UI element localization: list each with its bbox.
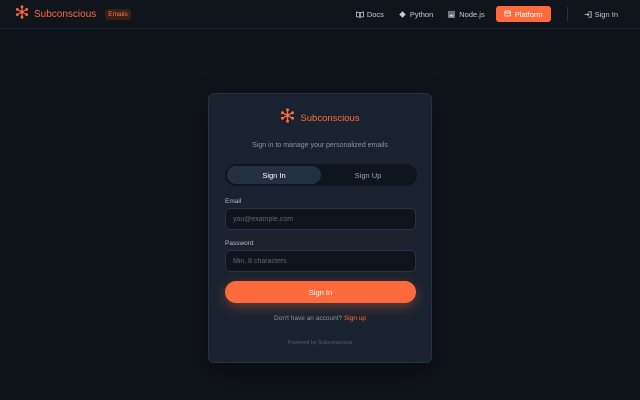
book-icon bbox=[355, 11, 364, 18]
nav-nodejs-link[interactable]: Node.js bbox=[448, 9, 485, 19]
nav-signin-label: Sign In bbox=[594, 9, 618, 19]
password-field[interactable] bbox=[225, 250, 416, 272]
signup-prompt-text: Don't have an account? bbox=[274, 315, 343, 322]
email-field[interactable] bbox=[225, 208, 416, 230]
nav-signin-link[interactable]: Sign In bbox=[584, 10, 618, 19]
nav-docs-label: Docs bbox=[366, 9, 384, 19]
nav-python-label: Python bbox=[409, 9, 434, 19]
signin-submit-button[interactable]: Sign In bbox=[225, 281, 416, 303]
auth-tabs: Sign In Sign Up bbox=[225, 164, 417, 186]
tab-signin[interactable]: Sign In bbox=[227, 166, 321, 184]
logo-icon bbox=[15, 5, 29, 24]
nav-divider bbox=[566, 7, 568, 21]
signin-icon bbox=[584, 10, 592, 18]
signin-card: Subconscious Sign in to manage your pers… bbox=[208, 93, 432, 363]
password-label: Password bbox=[225, 240, 254, 247]
python-icon bbox=[399, 10, 406, 18]
logo-icon bbox=[280, 108, 295, 128]
nav-platform-label: Platform bbox=[514, 9, 543, 19]
nav-nodejs-label: Node.js bbox=[459, 9, 485, 19]
brand[interactable]: Subconscious Emails bbox=[15, 5, 131, 24]
powered-by: Powered by Subconscious bbox=[287, 340, 353, 346]
top-navigation-bar: Subconscious Emails Docs Python Node.js bbox=[0, 0, 640, 29]
nodejs-icon bbox=[448, 10, 456, 18]
brand-name: Subconscious bbox=[34, 9, 97, 20]
brand-badge: Emails bbox=[105, 9, 131, 20]
card-subtitle: Sign in to manage your personalized emai… bbox=[252, 142, 388, 149]
tab-signup[interactable]: Sign Up bbox=[321, 166, 415, 184]
signup-prompt: Don't have an account? Sign up bbox=[209, 315, 431, 322]
nav-python-link[interactable]: Python bbox=[399, 10, 433, 19]
platform-icon bbox=[504, 10, 511, 19]
nav-links: Docs Python Node.js Platform Sign In bbox=[341, 6, 618, 22]
card-brand: Subconscious bbox=[209, 108, 431, 128]
email-label: Email bbox=[225, 198, 242, 205]
signup-link[interactable]: Sign up bbox=[344, 315, 366, 322]
nav-docs-link[interactable]: Docs bbox=[355, 9, 384, 19]
nav-platform-button[interactable]: Platform bbox=[495, 6, 551, 22]
card-brand-name: Subconscious bbox=[300, 112, 360, 124]
